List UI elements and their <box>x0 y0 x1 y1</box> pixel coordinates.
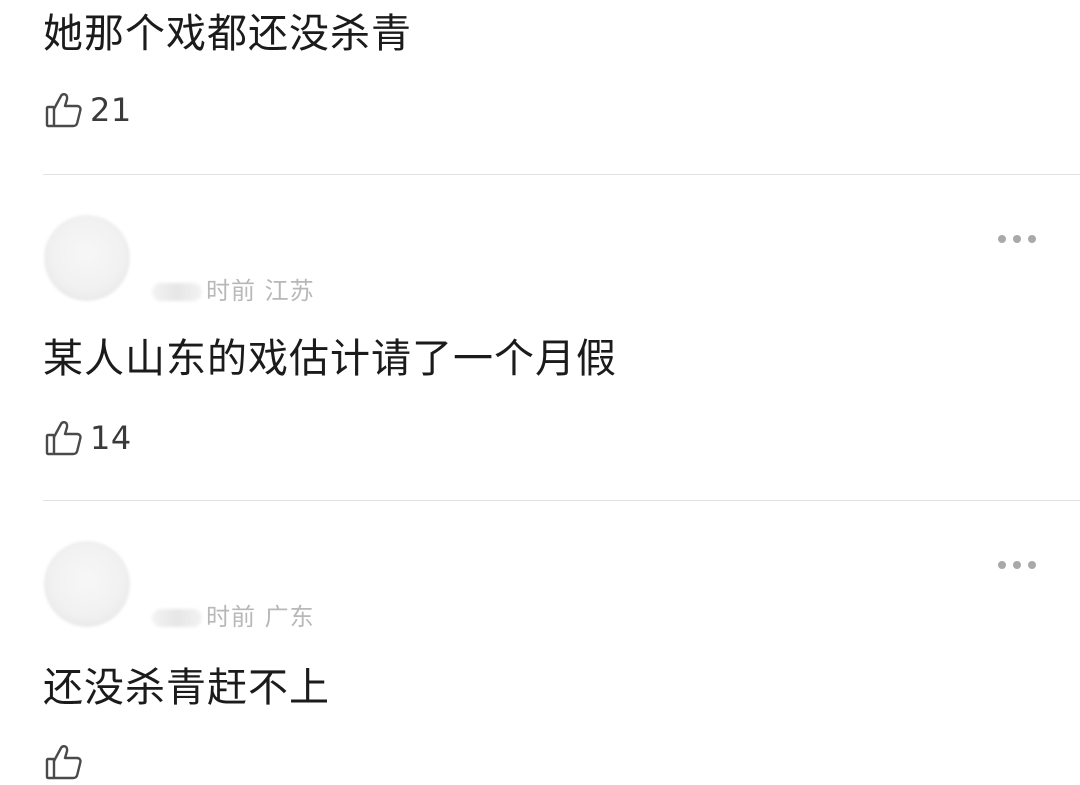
comment-text: 某人山东的戏估计请了一个月假 <box>43 336 617 382</box>
username-blurred <box>152 283 202 301</box>
comment-meta: 时前 江苏 <box>152 271 315 306</box>
comment-item: 时前 江苏 某人山东的戏估计请了一个月假 14 <box>0 175 1080 501</box>
thumbs-up-icon <box>44 418 84 458</box>
thumbs-up-icon <box>44 742 84 782</box>
more-dots-icon <box>998 561 1006 569</box>
like-button[interactable]: 14 <box>44 415 132 461</box>
comment-item: 时前 广东 还没杀青赶不上 <box>0 501 1080 780</box>
like-button[interactable]: 21 <box>44 87 132 133</box>
like-button[interactable] <box>44 739 90 785</box>
comment-text: 她那个戏都还没杀青 <box>43 11 412 57</box>
comment-text: 还没杀青赶不上 <box>43 665 330 711</box>
comment-time-location: 时前 江苏 <box>206 277 315 305</box>
more-dots-icon <box>1028 235 1036 243</box>
more-options-button[interactable] <box>998 559 1036 571</box>
like-count: 14 <box>90 419 132 457</box>
comment-item: 她那个戏都还没杀青 21 <box>0 0 1080 175</box>
more-dots-icon <box>1013 561 1021 569</box>
more-dots-icon <box>1013 235 1021 243</box>
comment-meta: 时前 广东 <box>152 597 315 632</box>
thumbs-up-icon <box>44 90 84 130</box>
avatar[interactable] <box>44 541 130 627</box>
username-blurred <box>152 609 202 627</box>
more-options-button[interactable] <box>998 233 1036 245</box>
avatar[interactable] <box>44 215 130 301</box>
like-count: 21 <box>90 91 132 129</box>
more-dots-icon <box>998 235 1006 243</box>
more-dots-icon <box>1028 561 1036 569</box>
comment-time-location: 时前 广东 <box>206 603 315 631</box>
comment-feed: 她那个戏都还没杀青 21 时前 江苏 某人山东的戏估计请了一个月假 14 时前 … <box>0 0 1080 780</box>
